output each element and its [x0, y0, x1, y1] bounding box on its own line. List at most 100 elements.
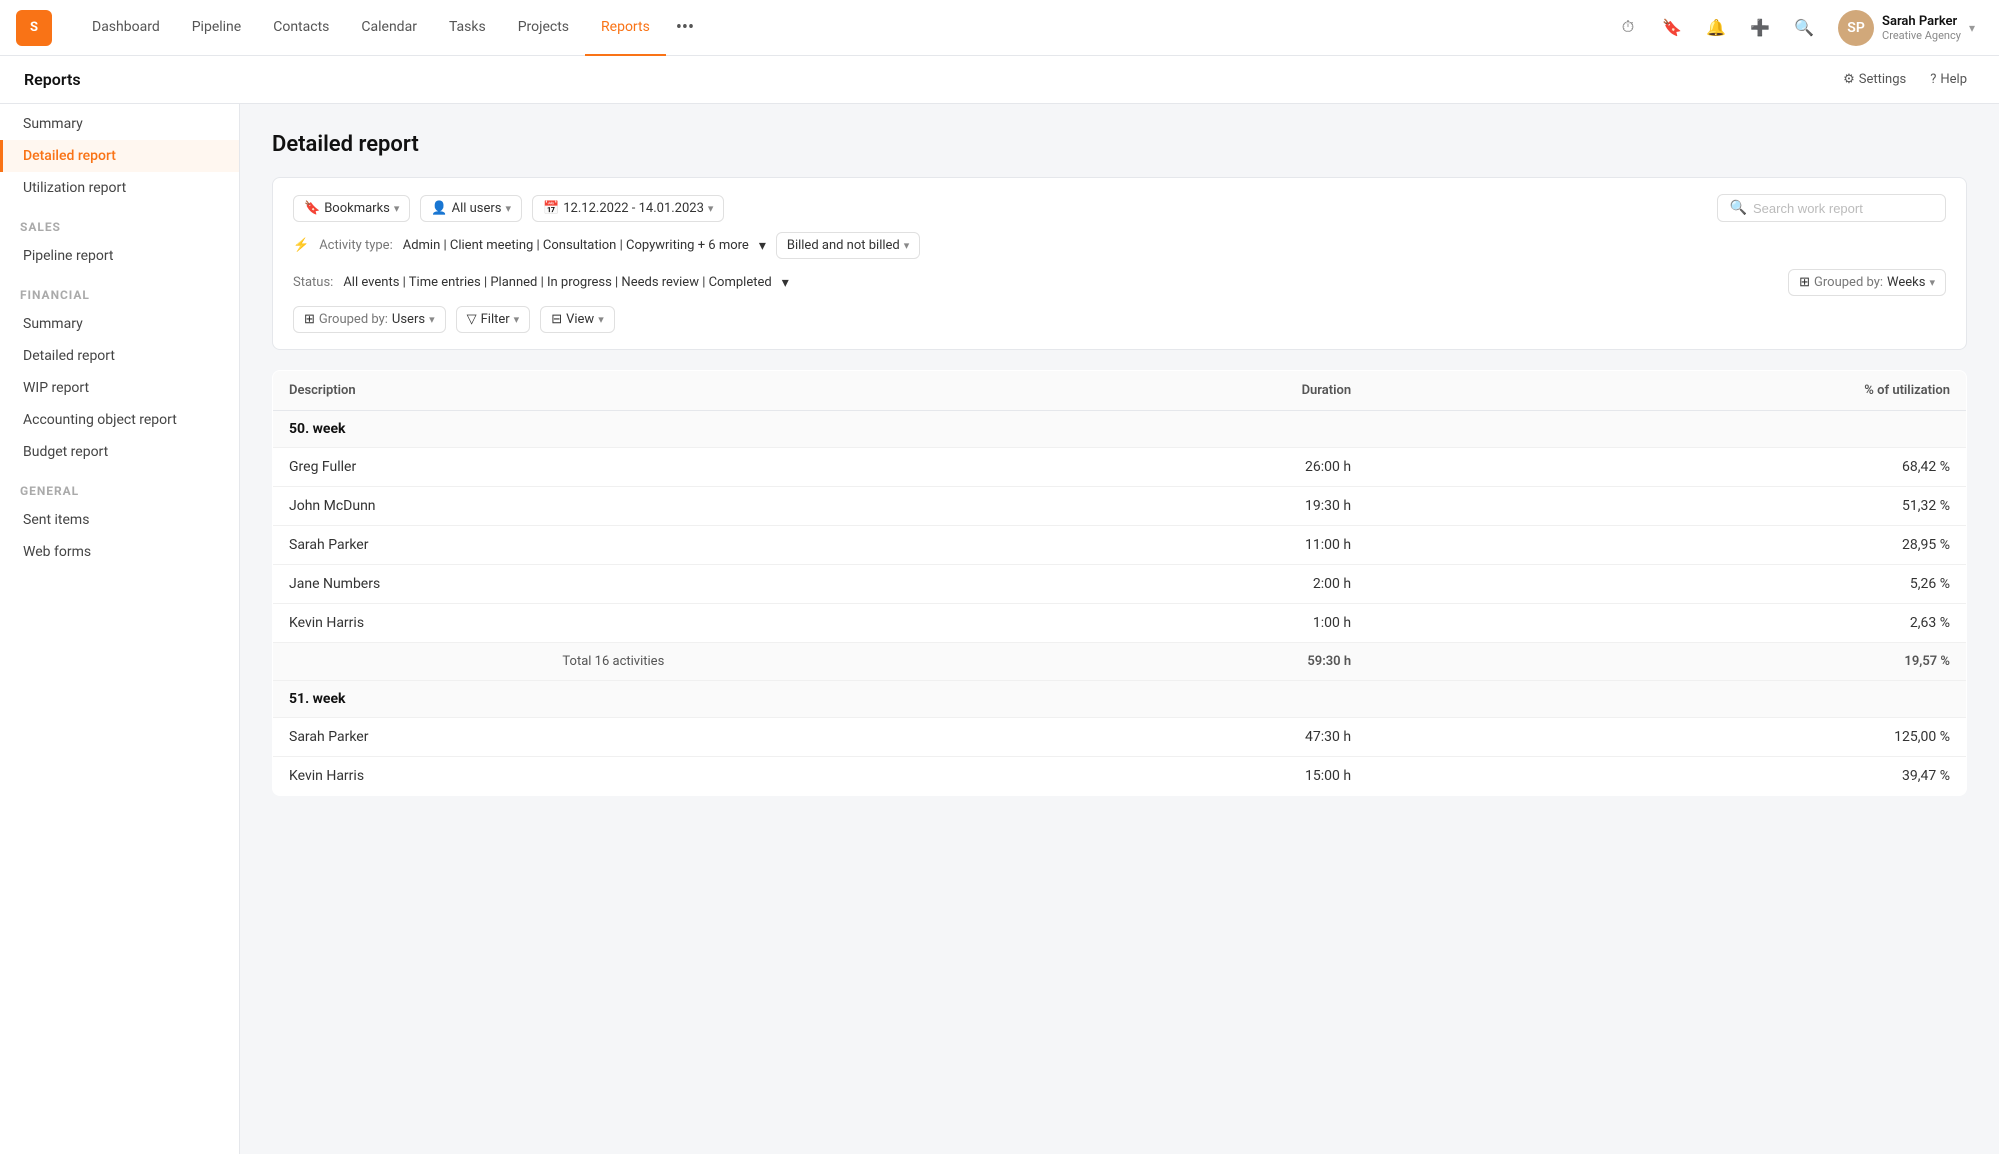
- table-row: Greg Fuller 26:00 h 68,42 %: [273, 448, 1967, 487]
- table-row: Kevin Harris 1:00 h 2,63 %: [273, 604, 1967, 643]
- group-weeks-icon: ⊞: [1799, 275, 1810, 290]
- table-row: John McDunn 19:30 h 51,32 %: [273, 487, 1967, 526]
- sidebar-section-sales: Sales: [0, 204, 239, 240]
- nav-contacts[interactable]: Contacts: [257, 0, 345, 56]
- group-users-icon: ⊞: [304, 312, 315, 327]
- top-navigation: S Dashboard Pipeline Contacts Calendar T…: [0, 0, 1999, 56]
- date-range-filter[interactable]: 📅 12.12.2022 - 14.01.2023 ▾: [532, 195, 724, 222]
- week-header-row: 51. week: [273, 681, 1967, 718]
- nav-right-actions: ⏱ 🔖 🔔 ➕ 🔍 SP Sarah Parker Creative Agenc…: [1610, 6, 1983, 50]
- row-duration: 11:00 h: [954, 526, 1367, 565]
- sidebar: Work Summary Detailed report Utilization…: [0, 56, 240, 1154]
- row-duration: 2:00 h: [954, 565, 1367, 604]
- sidebar-item-work-summary[interactable]: Summary: [0, 108, 239, 140]
- sidebar-section-general: General: [0, 468, 239, 504]
- users-filter-icon: 👤: [431, 201, 447, 216]
- nav-reports[interactable]: Reports: [585, 0, 666, 56]
- sidebar-item-web-forms[interactable]: Web forms: [0, 536, 239, 568]
- settings-button[interactable]: ⚙ Settings: [1835, 68, 1914, 91]
- sidebar-item-financial-detailed[interactable]: Detailed report: [0, 340, 239, 372]
- filter-row-1: 🔖 Bookmarks ▾ 👤 All users ▾ 📅 12.12.2022…: [293, 194, 1946, 222]
- col-duration: Duration: [954, 371, 1367, 411]
- row-description: Kevin Harris: [273, 757, 954, 796]
- nav-tasks[interactable]: Tasks: [433, 0, 502, 56]
- week-header-row: 50. week: [273, 411, 1967, 448]
- filter-row-2: ⚡ Activity type: Admin | Client meeting …: [293, 232, 1946, 259]
- row-duration: 15:00 h: [954, 757, 1367, 796]
- grouped-by-weeks-filter[interactable]: ⊞ Grouped by: Weeks ▾: [1788, 269, 1946, 296]
- table-row: Jane Numbers 2:00 h 5,26 %: [273, 565, 1967, 604]
- total-duration: 59:30 h: [954, 643, 1367, 681]
- nav-projects[interactable]: Projects: [502, 0, 585, 56]
- col-description: Description: [273, 371, 954, 411]
- nav-more[interactable]: •••: [666, 0, 704, 56]
- report-header: Detailed report: [272, 132, 1967, 157]
- row-duration: 26:00 h: [954, 448, 1367, 487]
- page-wrapper: Work Summary Detailed report Utilization…: [0, 56, 1999, 1154]
- sidebar-section-financial: Financial: [0, 272, 239, 308]
- sidebar-item-financial-summary[interactable]: Summary: [0, 308, 239, 340]
- grouped-by-users-filter[interactable]: ⊞ Grouped by: Users ▾: [293, 306, 446, 333]
- filter-caret: ▾: [514, 313, 520, 326]
- user-info: Sarah Parker Creative Agency: [1882, 14, 1961, 42]
- bookmarks-filter[interactable]: 🔖 Bookmarks ▾: [293, 195, 410, 222]
- sidebar-item-pipeline-report[interactable]: Pipeline report: [0, 240, 239, 272]
- row-description: Greg Fuller: [273, 448, 954, 487]
- table-row: Kevin Harris 15:00 h 39,47 %: [273, 757, 1967, 796]
- filter-row-4: ⊞ Grouped by: Users ▾ ▽ Filter ▾ ⊟ View …: [293, 306, 1946, 333]
- logo[interactable]: S: [16, 10, 52, 46]
- activity-type-label: Activity type:: [319, 238, 393, 253]
- search-icon-button[interactable]: 🔍: [1786, 10, 1822, 46]
- table-row: Sarah Parker 47:30 h 125,00 %: [273, 718, 1967, 757]
- notifications-icon-button[interactable]: 🔔: [1698, 10, 1734, 46]
- nav-dashboard[interactable]: Dashboard: [76, 0, 176, 56]
- timer-icon-button[interactable]: ⏱: [1610, 10, 1646, 46]
- nav-links: Dashboard Pipeline Contacts Calendar Tas…: [76, 0, 1610, 56]
- row-description: Jane Numbers: [273, 565, 954, 604]
- filter-button[interactable]: ▽ Filter ▾: [456, 306, 531, 333]
- sidebar-item-budget-report[interactable]: Budget report: [0, 436, 239, 468]
- week-label: 51. week: [273, 681, 1967, 718]
- view-icon: ⊟: [551, 312, 562, 327]
- nav-calendar[interactable]: Calendar: [345, 0, 433, 56]
- activity-type-caret[interactable]: ▾: [759, 238, 766, 254]
- search-icon: 🔍: [1730, 200, 1747, 216]
- row-description: Kevin Harris: [273, 604, 954, 643]
- users-filter[interactable]: 👤 All users ▾: [420, 195, 522, 222]
- sidebar-item-utilization-report[interactable]: Utilization report: [0, 172, 239, 204]
- sidebar-item-accounting-object[interactable]: Accounting object report: [0, 404, 239, 436]
- row-description: John McDunn: [273, 487, 954, 526]
- col-utilization: % of utilization: [1367, 371, 1966, 411]
- group-weeks-caret: ▾: [1929, 276, 1935, 289]
- row-utilization: 28,95 %: [1367, 526, 1966, 565]
- reports-subheader: Reports ⚙ Settings ? Help: [0, 56, 1999, 104]
- users-caret: ▾: [506, 202, 512, 215]
- billed-filter[interactable]: Billed and not billed ▾: [776, 232, 920, 259]
- status-caret[interactable]: ▾: [782, 275, 789, 291]
- logo-icon: S: [16, 10, 52, 46]
- sidebar-item-sent-items[interactable]: Sent items: [0, 504, 239, 536]
- user-menu[interactable]: SP Sarah Parker Creative Agency ▾: [1830, 6, 1983, 50]
- sidebar-item-wip-report[interactable]: WIP report: [0, 372, 239, 404]
- bookmarks-caret: ▾: [394, 202, 400, 215]
- user-company: Creative Agency: [1882, 29, 1961, 42]
- add-icon-button[interactable]: ➕: [1742, 10, 1778, 46]
- row-utilization: 51,32 %: [1367, 487, 1966, 526]
- bookmark-icon-button[interactable]: 🔖: [1654, 10, 1690, 46]
- user-name: Sarah Parker: [1882, 14, 1961, 29]
- row-utilization: 68,42 %: [1367, 448, 1966, 487]
- view-button[interactable]: ⊟ View ▾: [540, 306, 615, 333]
- nav-pipeline[interactable]: Pipeline: [176, 0, 258, 56]
- sidebar-item-detailed-report[interactable]: Detailed report: [0, 140, 239, 172]
- row-duration: 1:00 h: [954, 604, 1367, 643]
- activity-type-icon: ⚡: [293, 238, 309, 253]
- report-title: Detailed report: [272, 132, 1967, 157]
- filter-row-3: Status: All events | Time entries | Plan…: [293, 269, 1946, 296]
- search-input[interactable]: [1753, 201, 1933, 216]
- row-description: Sarah Parker: [273, 718, 954, 757]
- help-icon: ?: [1930, 72, 1936, 87]
- user-menu-chevron: ▾: [1969, 21, 1975, 35]
- row-utilization: 125,00 %: [1367, 718, 1966, 757]
- help-button[interactable]: ? Help: [1922, 68, 1975, 91]
- filters-area: 🔖 Bookmarks ▾ 👤 All users ▾ 📅 12.12.2022…: [272, 177, 1967, 350]
